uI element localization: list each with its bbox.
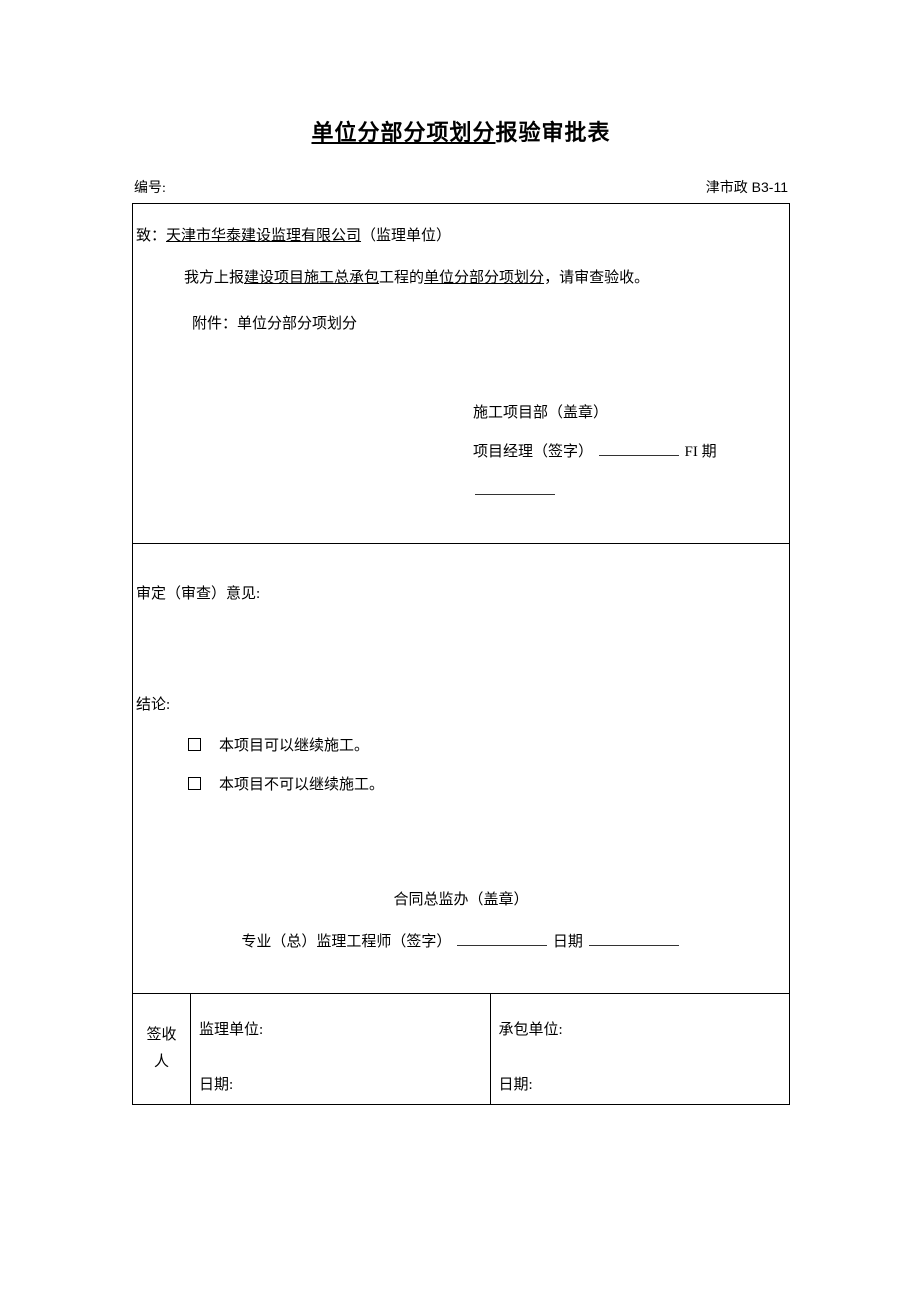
engineer-sign-blank[interactable] (457, 931, 547, 946)
pm-sign-blank[interactable] (599, 441, 679, 456)
header-row: 编号: 津市政 B3-11 (132, 177, 790, 197)
signer-l2: 人 (154, 1049, 169, 1076)
title-rest: 报验审批表 (496, 120, 611, 145)
supervisor-cell: 监理单位: 日期: (191, 994, 491, 1104)
checkbox-row-not-continue: 本项目不可以继续施工。 (136, 773, 786, 794)
form-code: 津市政 B3-11 (706, 177, 788, 197)
to-line: 致：天津市华泰建设监理有限公司（监理单位） (136, 224, 786, 245)
conclusion-label: 结论: (136, 693, 786, 714)
body-suffix: ，请审查验收。 (544, 270, 649, 286)
construction-dept-seal: 施工项目部（盖章） (473, 394, 789, 433)
contractor-date-label: 日期: (499, 1073, 782, 1094)
engineer-date-blank[interactable] (589, 931, 679, 946)
body-u1: 建设项目施工总承包 (244, 270, 379, 286)
checkbox-not-continue-label: 本项目不可以继续施工。 (219, 773, 384, 794)
pm-signature-line: 项目经理（签字） FI 期 (473, 433, 789, 511)
review-opinion-label: 审定（审查）意见: (136, 582, 786, 603)
body-mid: 工程的 (379, 270, 424, 286)
attachment-line: 附件：单位分部分项划分 (136, 312, 786, 333)
to-prefix: 致： (136, 228, 166, 244)
pm-date-label: FI 期 (685, 444, 717, 460)
signature-block-2: 合同总监办（盖章） 专业（总）监理工程师（签字） 日期 (133, 879, 789, 963)
supervisor-date-label: 日期: (199, 1073, 482, 1094)
section-review: 审定（审查）意见: 结论: 本项目可以继续施工。 本项目不可以继续施工。 合同总… (133, 544, 789, 994)
engineer-signature-line: 专业（总）监理工程师（签字） 日期 (133, 921, 789, 963)
engineer-sign-label: 专业（总）监理工程师（签字） (241, 934, 451, 950)
supervisor-unit-label: 监理单位: (199, 1018, 482, 1039)
signer-l1: 签收 (146, 1022, 176, 1049)
page: 单位分部分项划分报验审批表 编号: 津市政 B3-11 致：天津市华泰建设监理有… (0, 0, 920, 1105)
body-u2: 单位分部分项划分 (424, 270, 544, 286)
form-box: 致：天津市华泰建设监理有限公司（监理单位） 我方上报建设项目施工总承包工程的单位… (132, 203, 790, 1105)
checkbox-continue[interactable] (188, 738, 201, 751)
number-label: 编号: (134, 177, 166, 197)
section-receipt: 签收 人 监理单位: 日期: 承包单位: 日期: (133, 994, 789, 1104)
signature-block-1: 施工项目部（盖章） 项目经理（签字） FI 期 (473, 394, 789, 511)
submission-body: 我方上报建设项目施工总承包工程的单位分部分项划分，请审查验收。 (136, 267, 786, 290)
section-submission: 致：天津市华泰建设监理有限公司（监理单位） 我方上报建设项目施工总承包工程的单位… (133, 204, 789, 544)
engineer-date-label: 日期 (553, 934, 583, 950)
pm-sign-label: 项目经理（签字） (473, 444, 593, 460)
to-company: 天津市华泰建设监理有限公司 (166, 228, 361, 244)
contractor-unit-label: 承包单位: (499, 1018, 782, 1039)
checkbox-not-continue[interactable] (188, 777, 201, 790)
page-title: 单位分部分项划分报验审批表 (132, 115, 790, 147)
contract-office-seal: 合同总监办（盖章） (133, 879, 789, 921)
to-suffix: （监理单位） (361, 228, 451, 244)
body-prefix: 我方上报 (184, 270, 244, 286)
pm-date-blank[interactable] (475, 480, 555, 495)
signer-cell: 签收 人 (133, 994, 191, 1104)
checkbox-continue-label: 本项目可以继续施工。 (219, 734, 369, 755)
title-underlined: 单位分部分项划分 (311, 120, 495, 145)
contractor-cell: 承包单位: 日期: (491, 994, 790, 1104)
checkbox-row-continue: 本项目可以继续施工。 (136, 734, 786, 755)
